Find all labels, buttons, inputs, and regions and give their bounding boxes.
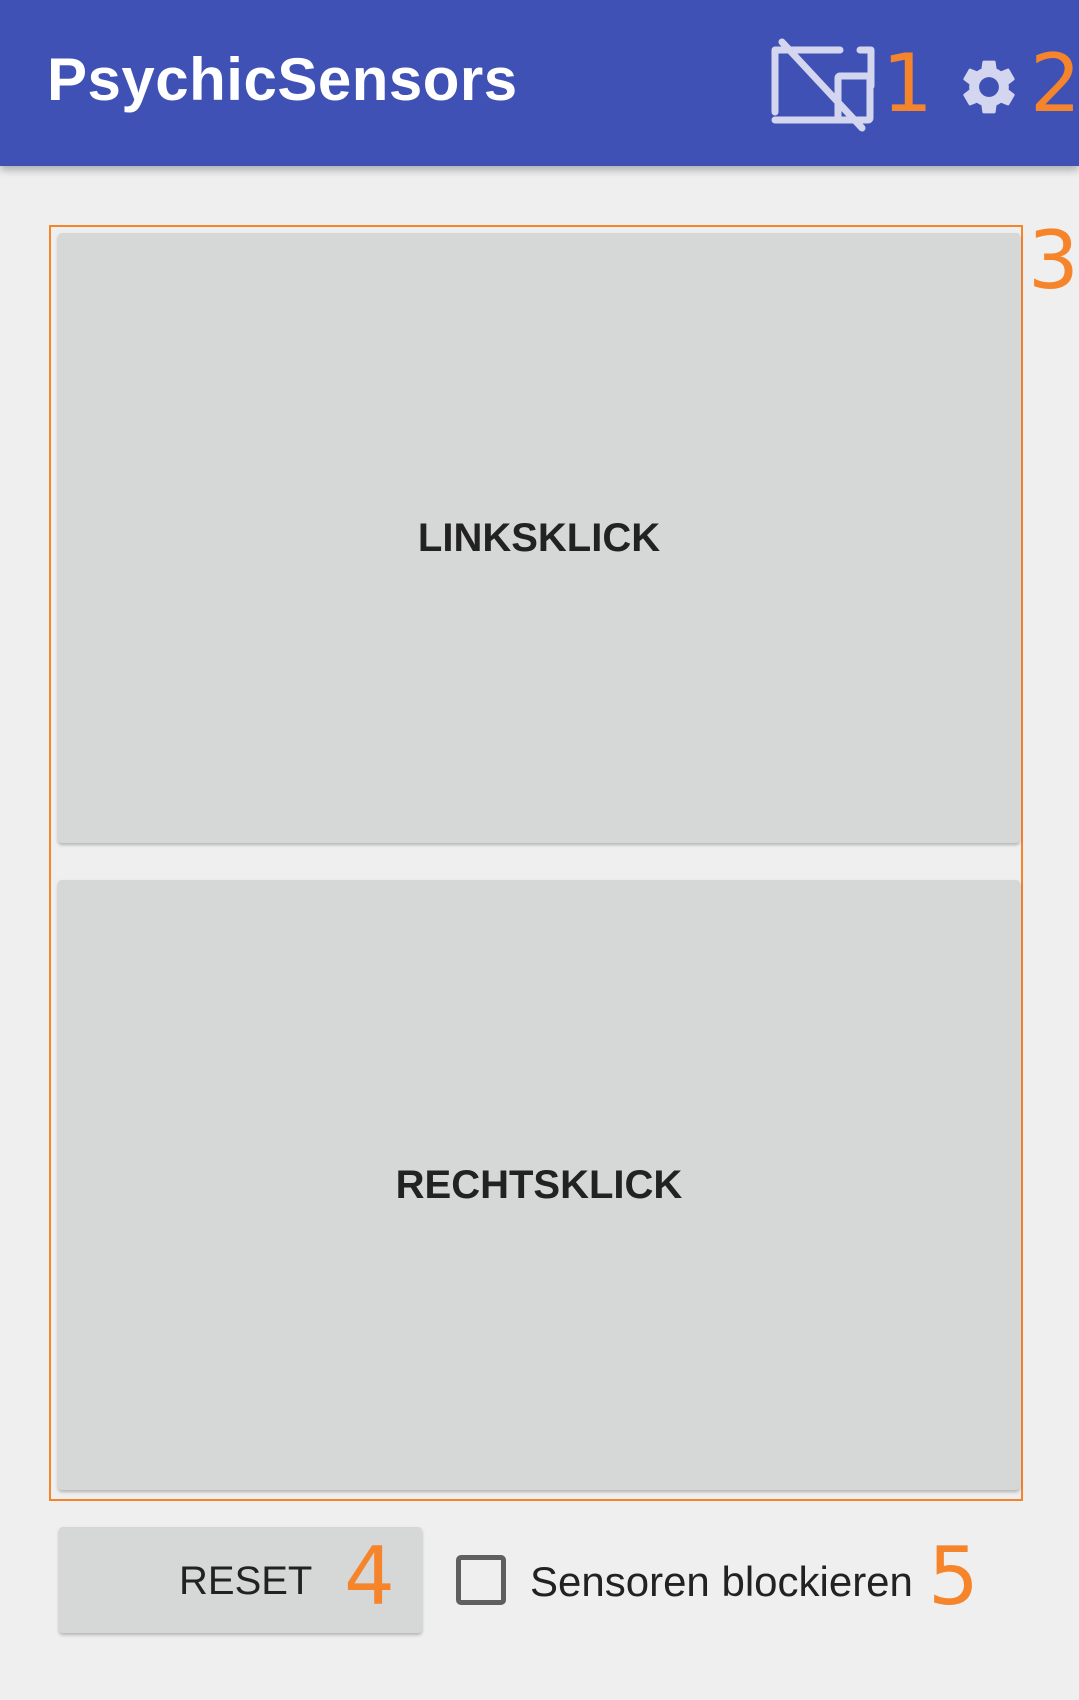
settings-button[interactable] <box>956 54 1022 120</box>
block-sensors-checkbox[interactable] <box>456 1555 506 1605</box>
callout-3: 3 <box>1028 214 1079 307</box>
reset-label: RESET <box>179 1559 313 1603</box>
cast-off-button[interactable] <box>770 36 880 134</box>
callout-1: 2 <box>1030 37 1079 130</box>
callout-2: 1 <box>882 37 933 130</box>
cast-off-icon <box>771 38 875 132</box>
left-click-button[interactable]: LINKSKLICK <box>58 233 1020 843</box>
callout-4: 4 <box>344 1530 395 1623</box>
callout-5: 5 <box>928 1530 979 1623</box>
right-click-button[interactable]: RECHTSKLICK <box>58 880 1020 1490</box>
block-sensors-label[interactable]: Sensoren blockieren <box>530 1561 913 1603</box>
app-bar: PsychicSensors 1 2 <box>0 0 1079 166</box>
gear-icon <box>963 60 1015 114</box>
app-title: PsychicSensors <box>47 46 518 113</box>
left-click-label: LINKSKLICK <box>417 515 661 560</box>
right-click-label: RECHTSKLICK <box>395 1162 683 1207</box>
